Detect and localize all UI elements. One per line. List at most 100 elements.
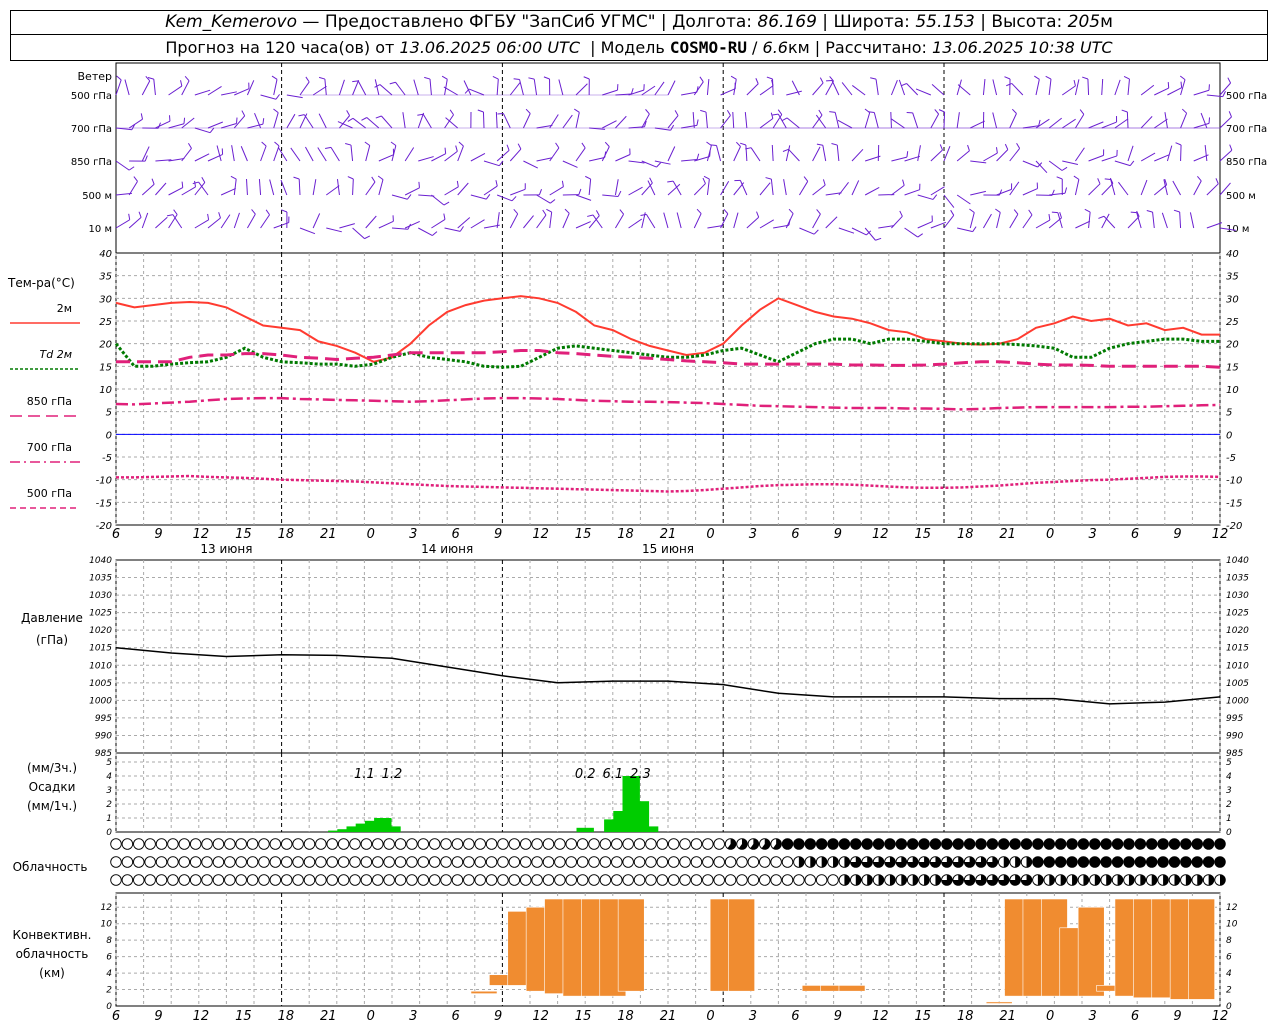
precip-total-label: 1.2 [382,767,403,782]
wind-barb [496,194,513,202]
cloud-symbol [713,874,725,886]
wind-barb-feather [781,117,788,122]
wind-barb [851,149,864,162]
wind-barb-feather [506,144,510,151]
wind-title: Ветер [78,70,112,83]
wind-barb [269,179,275,196]
wind-barb [943,111,946,129]
wind-barb [304,146,314,162]
temp-tick-right: 40 [1226,249,1239,260]
wind-barb [1127,216,1140,229]
wind-barb [614,213,625,229]
wind-barb-feather [700,109,707,113]
cloud-symbol-fill [1094,874,1101,886]
cloud-symbol [599,874,612,886]
wind-barb [273,112,279,129]
cloud-symbol [303,874,316,886]
cloud-symbol [303,856,316,868]
wind-barb [366,117,380,129]
hour-tick-label: 6 [452,1009,460,1024]
wind-barb-feather [371,176,376,183]
temp-tick: -15 [96,498,112,509]
cloud-symbol-fill [941,838,953,850]
cloud-symbol [337,856,350,868]
wind-barb-feather [444,147,447,154]
wind-barb [930,113,940,129]
wind-barb-feather [305,76,310,83]
wind-barb-feather [766,76,773,80]
wind-barb-feather [939,144,943,151]
wind-barb-feather [831,142,838,146]
wind-barb-feather [1045,75,1052,80]
wind-barb [785,145,791,162]
wind-barb [431,194,445,206]
wind-barb-feather [407,194,412,200]
wind-barb-feather [361,117,368,121]
wind-barb-feather [900,83,907,87]
hour-tick-label: 0 [706,1009,714,1024]
wind-barb-feather [187,142,192,149]
wind-barb [733,79,737,96]
cloud-symbol [372,838,384,850]
wind-barb [207,121,224,129]
wind-barb [746,216,760,229]
cloud-symbol-fill [1174,874,1180,886]
cloud-symbol [155,838,168,850]
cloud-symbol-fill [844,856,850,868]
cloud-symbol [508,856,521,868]
cloud-symbol-fill [889,874,896,886]
pressure-tick: 1030 [89,591,112,601]
wind-barb-feather [1059,212,1063,219]
wind-barb-feather [619,209,624,215]
wind-barb [1048,79,1052,96]
cloud-symbol-fill [810,856,816,868]
wind-barb-feather [230,175,237,180]
wind-barb-feather [1179,75,1186,81]
hour-tick-label: 0 [1046,527,1054,542]
wind-barb [1101,121,1117,129]
wind-barb-feather [703,175,710,180]
cloud-symbol-fill [1214,838,1226,850]
hour-tick-label: 18 [957,1009,974,1024]
hour-tick-label: 15 [235,527,252,542]
wind-barb [676,212,682,229]
temp-tick-right: 10 [1226,385,1239,396]
wind-barb [759,118,774,129]
wind-barb [788,148,800,162]
wind-barb [957,84,971,96]
pressure-tick-right: 1000 [1226,696,1249,706]
cloud-symbol [645,874,657,886]
hour-tick-label: 12 [872,527,889,542]
wind-barb [825,216,838,229]
wind-barb [339,223,355,229]
wind-level-label-right: 500 м [1226,191,1256,202]
wind-barb [233,115,246,129]
wind-barb [365,215,377,229]
cloud-symbol [280,838,293,850]
cloud-symbol-fill [935,874,941,886]
wind-barb [733,212,739,229]
wind-barb-feather [699,76,704,83]
wind-barb [378,179,384,196]
cloud-symbol [497,838,509,850]
conv-bar [1188,898,1215,1000]
cloud-symbol [167,856,179,868]
wind-barb [1048,160,1063,171]
wind-barb [851,180,860,196]
wind-barb-feather [1016,143,1021,149]
cloud-symbol [497,874,509,886]
cloud-symbol [167,874,179,886]
wind-barb-feather [538,189,543,195]
cloud-symbol [793,874,805,886]
conv-tick-right: 12 [1226,903,1238,913]
wind-barb [930,149,943,162]
wind-barb [575,147,586,162]
cloud-symbol [428,874,441,886]
wind-barb-feather [1048,214,1051,221]
cloud-symbol-fill [1169,856,1180,868]
cloud-symbol-fill [839,838,850,850]
day-label: 14 июня [421,542,473,556]
hour-tick-label: 9 [494,1009,502,1024]
cloud-symbol [258,874,270,886]
wind-barb [277,147,288,162]
